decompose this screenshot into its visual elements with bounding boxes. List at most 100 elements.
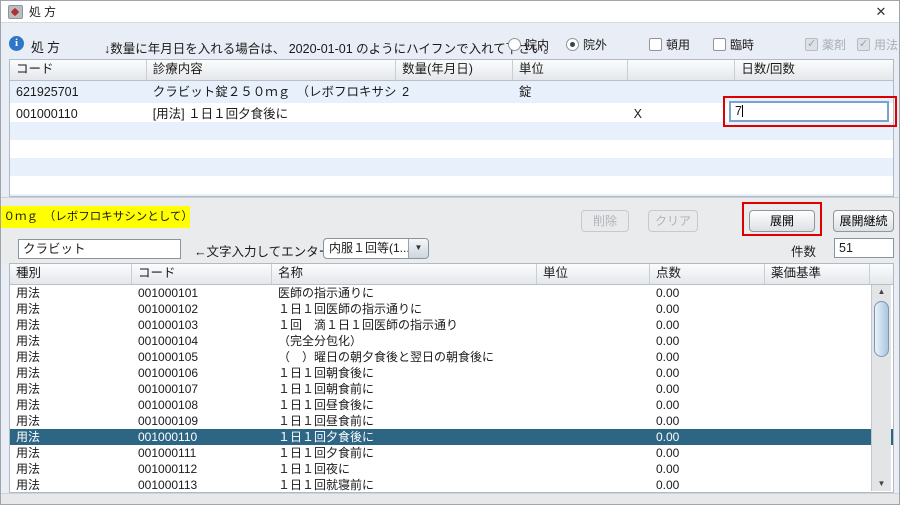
usage-row[interactable]: 用法 001000113 １日１回就寝前に 0.00	[10, 477, 893, 492]
col-content: 診療内容	[147, 60, 396, 80]
cell-name: １日１回夜に	[272, 461, 537, 477]
prescription-row[interactable]: 621925701 クラビット錠２５０ｍｇ （レボフロキサシンと... 2 錠	[10, 81, 893, 103]
cell-price-std	[765, 445, 870, 461]
disabled-checkbox-option: 薬剤	[805, 36, 846, 52]
checkbox-option[interactable]: 臨時	[713, 36, 754, 52]
cell-name: １回 滴１日１回医師の指示通り	[272, 317, 537, 333]
section-label: 処方	[31, 37, 63, 56]
cell-unit	[537, 461, 650, 477]
col-unit: 単位	[513, 60, 628, 80]
cell-type: 用法	[10, 445, 132, 461]
usage-row[interactable]: 用法 001000104 （完全分包化） 0.00	[10, 333, 893, 349]
usage-row[interactable]: 用法 001000105 （ ）曜日の朝夕食後と翌日の朝食後に 0.00	[10, 349, 893, 365]
usage-row[interactable]: 用法 001000101 医師の指示通りに 0.00	[10, 285, 893, 301]
checkbox-icon	[805, 38, 818, 51]
cell-points: 0.00	[650, 429, 765, 445]
cell-price-std	[765, 333, 870, 349]
col-code: コード	[132, 264, 272, 284]
cell-unit	[537, 445, 650, 461]
prescription-table-header: コード 診療内容 数量(年月日) 単位 日数/回数	[10, 60, 893, 81]
cell-price-std	[765, 397, 870, 413]
count-label: 件数	[791, 241, 816, 260]
cell-code: 001000113	[132, 477, 272, 492]
cell-type: 用法	[10, 301, 132, 317]
usage-row[interactable]: 用法 001000112 １日１回夜に 0.00	[10, 461, 893, 477]
checkbox-icon	[713, 38, 726, 51]
app-icon	[8, 5, 23, 19]
cell-points: 0.00	[650, 477, 765, 492]
usage-row[interactable]: 用法 001000107 １日１回朝食前に 0.00	[10, 381, 893, 397]
cell-name: １日１回昼食前に	[272, 413, 537, 429]
cell-type: 用法	[10, 285, 132, 301]
expand-continue-button[interactable]: 展開継続	[833, 210, 894, 232]
cell-unit	[537, 285, 650, 301]
delete-button[interactable]: 削除	[581, 210, 629, 232]
cell-name: １日１回朝食後に	[272, 365, 537, 381]
checkbox-icon	[857, 38, 870, 51]
close-icon[interactable]: ✕	[869, 1, 893, 23]
cell-points: 0.00	[650, 349, 765, 365]
cell-type: 用法	[10, 397, 132, 413]
cell-price-std	[765, 381, 870, 397]
cell-price-std	[765, 365, 870, 381]
usage-row[interactable]: 用法 001000111 １日１回夕食前に 0.00	[10, 445, 893, 461]
clear-button[interactable]: クリア	[648, 210, 698, 232]
usage-row[interactable]: 用法 001000102 １日１回医師の指示通りに 0.00	[10, 301, 893, 317]
col-name: 名称	[272, 264, 537, 284]
scroll-up-icon[interactable]: ▲	[872, 285, 891, 299]
usage-row[interactable]: 用法 001000106 １日１回朝食後に 0.00	[10, 365, 893, 381]
text-caret	[742, 105, 743, 117]
radio-icon	[566, 38, 579, 51]
days-count-input[interactable]: 7	[729, 101, 889, 122]
chevron-down-icon: ▼	[408, 239, 428, 258]
prescription-table: コード 診療内容 数量(年月日) 単位 日数/回数 621925701 クラビッ…	[9, 59, 894, 197]
cell-code: 001000111	[132, 445, 272, 461]
cell-name: （完全分包化）	[272, 333, 537, 349]
cell-code: 001000109	[132, 413, 272, 429]
scroll-down-icon[interactable]: ▼	[872, 477, 891, 491]
usage-row[interactable]: 用法 001000109 １日１回昼食前に 0.00	[10, 413, 893, 429]
middle-panel: ５０ｍｇ （レボフロキサシンとして） 削除 クリア 展開 展開継続 クラビット …	[1, 197, 899, 263]
scrollbar-thumb[interactable]	[874, 301, 889, 357]
expand-button[interactable]: 展開	[749, 210, 815, 232]
cell-points: 0.00	[650, 445, 765, 461]
vertical-scrollbar[interactable]: ▲ ▼	[871, 285, 891, 491]
col-unit: 単位	[537, 264, 650, 284]
cell-points: 0.00	[650, 317, 765, 333]
radio-option[interactable]: 院外	[566, 36, 607, 52]
radio-label: 院内	[525, 36, 549, 53]
cell-days	[735, 81, 893, 103]
cell-name: １日１回医師の指示通りに	[272, 301, 537, 317]
cell-points: 0.00	[650, 397, 765, 413]
cell-type: 用法	[10, 477, 132, 492]
disabled-checkbox-option: 用法	[857, 36, 898, 52]
col-qty: 数量(年月日)	[396, 60, 513, 80]
prescription-dialog: 処方 ✕ i 処方 ↓数量に年月日を入れる場合は、 2020-01-01 のよう…	[0, 0, 900, 505]
cell-unit	[537, 365, 650, 381]
usage-row[interactable]: 用法 001000108 １日１回昼食後に 0.00	[10, 397, 893, 413]
category-select[interactable]: 内服１回等(1... ▼	[323, 238, 429, 259]
cell-points: 0.00	[650, 365, 765, 381]
search-input[interactable]: クラビット	[18, 239, 181, 259]
cell-name: 医師の指示通りに	[272, 285, 537, 301]
usage-row[interactable]: 用法 001000110 １日１回夕食後に 0.00	[10, 429, 893, 445]
cell-type: 用法	[10, 333, 132, 349]
cell-points: 0.00	[650, 285, 765, 301]
cell-type: 用法	[10, 461, 132, 477]
cell-price-std	[765, 413, 870, 429]
radio-option[interactable]: 院内	[508, 36, 549, 52]
bottom-strip	[1, 493, 899, 505]
cell-code: 001000104	[132, 333, 272, 349]
cell-name: １日１回就寝前に	[272, 477, 537, 492]
search-hint: ←文字入力してエンター	[194, 241, 331, 260]
usage-row[interactable]: 用法 001000103 １回 滴１日１回医師の指示通り 0.00	[10, 317, 893, 333]
checkbox-label: 臨時	[730, 36, 754, 53]
cell-price-std	[765, 349, 870, 365]
checkbox-option[interactable]: 頓用	[649, 36, 690, 52]
cell-code: 001000106	[132, 365, 272, 381]
count-input[interactable]: 51	[834, 238, 894, 258]
cell-code: 001000102	[132, 301, 272, 317]
cell-points: 0.00	[650, 413, 765, 429]
cell-code: 001000110	[132, 429, 272, 445]
cell-type: 用法	[10, 413, 132, 429]
